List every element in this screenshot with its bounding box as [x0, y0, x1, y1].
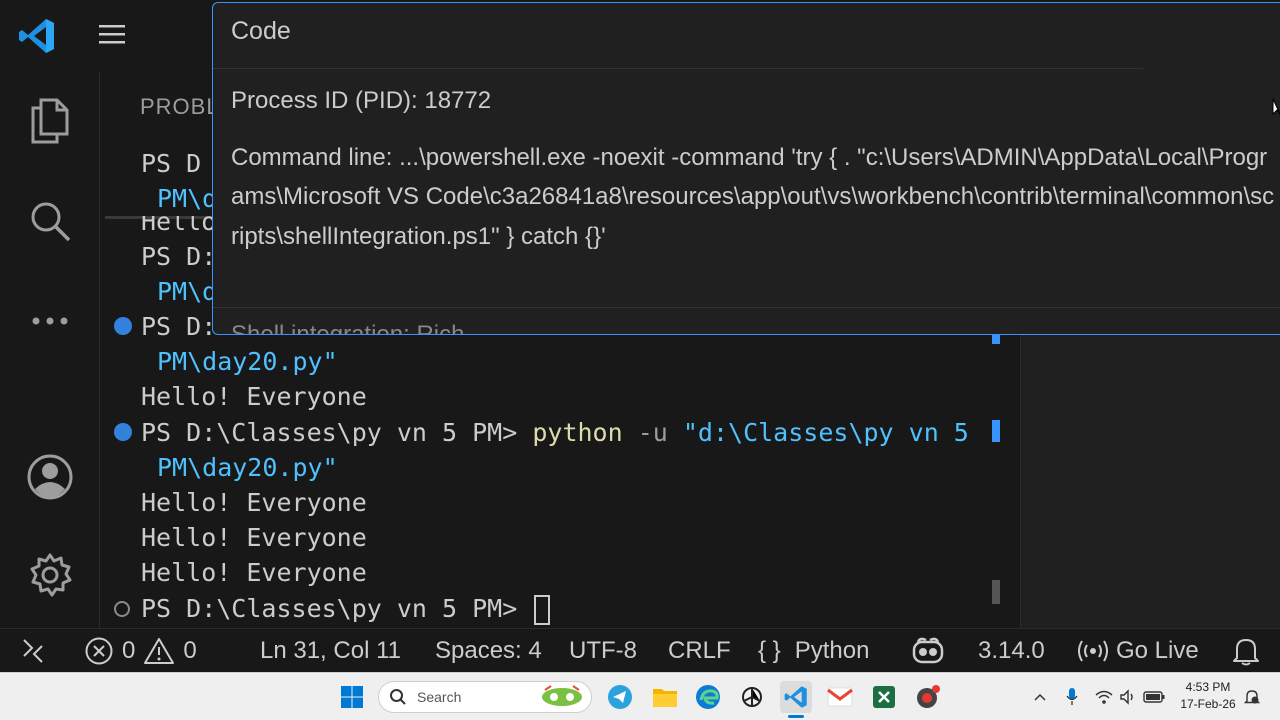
broadcast-icon	[1078, 640, 1108, 662]
go-live-label: Go Live	[1116, 637, 1199, 664]
show-hidden-icons-icon[interactable]	[1028, 681, 1052, 713]
active-indicator	[788, 715, 804, 718]
command-pending-decoration	[114, 601, 130, 617]
command-path: "d:\Classes\py vn 5	[682, 418, 969, 447]
error-icon	[85, 637, 113, 665]
search-icon[interactable]	[25, 196, 75, 246]
notification-settings-icon[interactable]	[1240, 681, 1264, 713]
tooltip-pid: Process ID (PID): 18772	[231, 87, 492, 114]
tooltip-shell-integration: Shell integration: Rich	[231, 321, 465, 335]
command-flag: -u	[622, 418, 683, 447]
terminal-command-line: PS D:\Classes\py vn 5 PM> python -u "d:\…	[141, 415, 969, 450]
telegram-icon[interactable]	[604, 681, 636, 713]
activity-bar	[0, 72, 100, 628]
terminal-prompt-line: PS D:\Classes\py vn 5 PM>	[141, 591, 551, 626]
copilot-icon[interactable]	[910, 629, 946, 673]
menu-icon[interactable]	[96, 18, 128, 50]
windows-start-icon[interactable]	[336, 681, 368, 713]
taskbar-search-box[interactable]: Search	[378, 681, 592, 713]
encoding-status[interactable]: UTF-8	[569, 629, 637, 673]
chatgpt-icon[interactable]	[736, 681, 768, 713]
terminal-line: PS D	[141, 149, 202, 178]
wifi-icon[interactable]	[1092, 681, 1116, 713]
terminal-hover-tooltip: Code Process ID (PID): 18772 Command lin…	[212, 2, 1280, 335]
tooltip-title: Code	[231, 17, 291, 45]
search-placeholder: Search	[417, 689, 462, 705]
terminal-line: Hello! Everyone	[141, 558, 367, 587]
system-clock[interactable]: 4:53 PM 17-Feb-26	[1180, 679, 1236, 713]
language-mode[interactable]: { } Python	[758, 629, 869, 673]
language-label: Python	[794, 637, 870, 664]
volume-icon[interactable]	[1116, 681, 1140, 713]
scrollbar-thumb[interactable]	[992, 580, 1000, 604]
file-explorer-icon[interactable]	[649, 681, 681, 713]
search-icon	[390, 689, 406, 705]
terminal-line: PS D:	[141, 242, 217, 271]
terminal-cursor	[534, 595, 551, 625]
prompt: PS D:\Classes\py vn 5 PM>	[141, 418, 533, 447]
go-live-button[interactable]: Go Live	[1076, 629, 1199, 673]
prompt: PS D:\Classes\py vn 5 PM>	[141, 594, 533, 623]
command: python	[532, 418, 623, 447]
scrollbar-marker	[992, 420, 1000, 442]
terminal-line: Hello! Everyone	[141, 523, 367, 552]
tooltip-body: Process ID (PID): 18772 Command line: ..…	[231, 81, 1276, 256]
terminal-line: Hello! Everyone	[141, 488, 367, 517]
windows-taskbar: Search 4:53 PM 17-Feb-26	[0, 672, 1280, 720]
microphone-icon[interactable]	[1060, 681, 1084, 713]
notifications-bell-icon[interactable]	[1232, 629, 1260, 673]
command-success-decoration[interactable]	[114, 317, 132, 335]
terminal-line: PS D:	[141, 312, 217, 341]
vscode-window: PROBL PS D PM\d Hello PS D: PM\d PS D: P…	[0, 0, 1280, 720]
warning-count: 0	[183, 637, 197, 664]
remote-indicator-icon[interactable]	[18, 629, 48, 673]
search-highlight-icon	[542, 685, 582, 706]
cursor-position[interactable]: Ln 31, Col 11	[260, 629, 401, 673]
vscode-logo-icon	[18, 17, 56, 55]
clock-time: 4:53 PM	[1185, 680, 1231, 694]
battery-icon[interactable]	[1140, 681, 1168, 713]
problems-status[interactable]: 0 0	[84, 629, 197, 673]
edge-browser-icon[interactable]	[692, 681, 724, 713]
clock-date: 17-Feb-26	[1180, 697, 1236, 711]
tooltip-command-line: Command line: ...\powershell.exe -noexit…	[231, 143, 1275, 250]
python-version[interactable]: 3.14.0	[978, 629, 1045, 673]
terminal-line: PM\d	[157, 184, 218, 213]
eol-status[interactable]: CRLF	[668, 629, 731, 673]
terminal-line: PM\d	[157, 277, 218, 306]
excel-icon[interactable]	[868, 681, 900, 713]
tooltip-divider	[213, 68, 1143, 69]
braces-icon: { }	[758, 637, 781, 664]
settings-gear-icon[interactable]	[25, 550, 75, 600]
terminal-line: PM\day20.py"	[157, 347, 338, 376]
account-icon[interactable]	[25, 452, 75, 502]
vscode-taskbar-icon[interactable]	[780, 681, 812, 718]
explorer-icon[interactable]	[25, 96, 75, 146]
terminal-line: PM\day20.py"	[157, 453, 338, 482]
app-icon[interactable]	[912, 681, 944, 713]
status-bar: 0 0 Ln 31, Col 11 Spaces: 4 UTF-8 CRLF {…	[0, 628, 1280, 672]
gmail-icon[interactable]	[824, 681, 856, 713]
terminal-line: Hello! Everyone	[141, 382, 367, 411]
warning-icon	[144, 638, 175, 664]
mouse-pointer-icon	[1272, 98, 1280, 122]
more-icon[interactable]	[25, 296, 75, 346]
tooltip-divider	[213, 307, 1280, 308]
error-count: 0	[122, 637, 136, 664]
command-success-decoration[interactable]	[114, 423, 132, 441]
indentation-status[interactable]: Spaces: 4	[435, 629, 542, 673]
